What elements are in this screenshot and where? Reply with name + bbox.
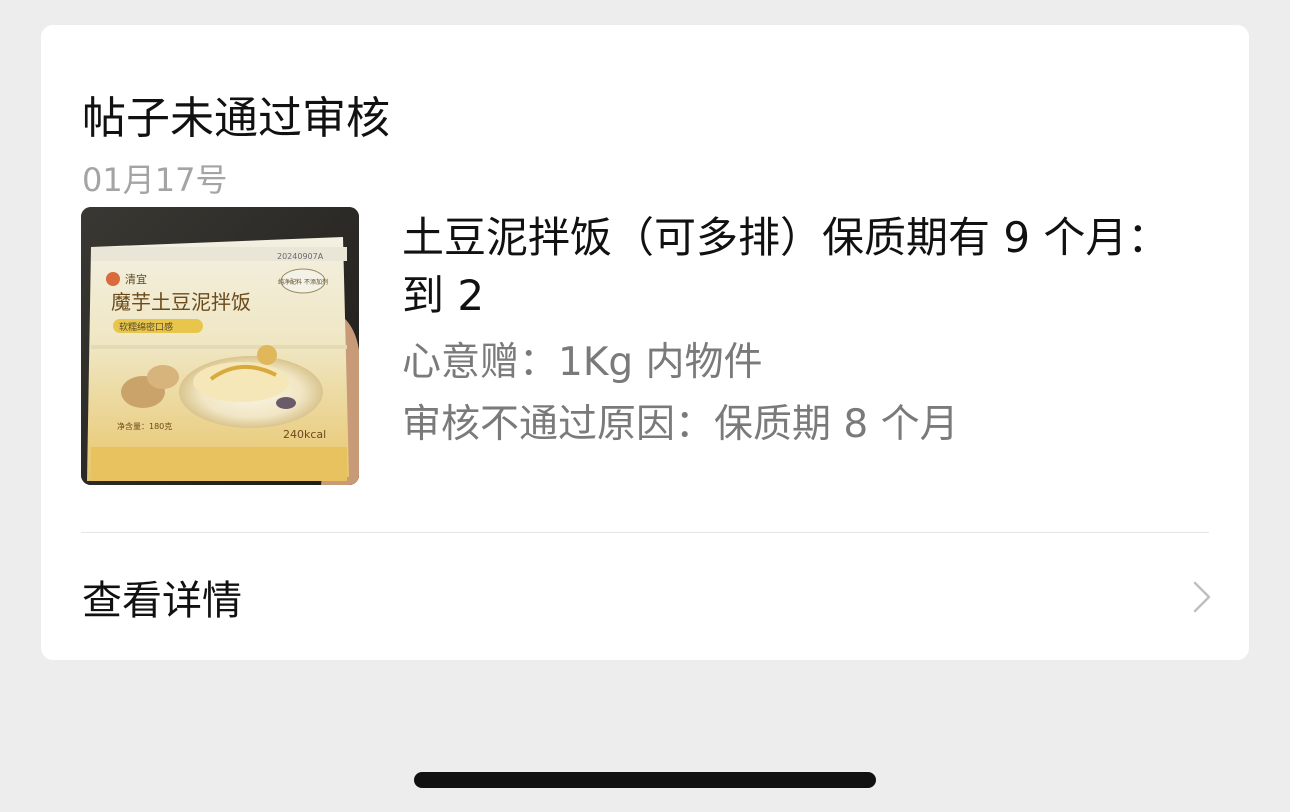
post-gift-info: 心意赠：1Kg 内物件	[402, 340, 763, 385]
brand-logo-icon	[106, 272, 120, 286]
notification-date: 01月17号	[82, 161, 228, 199]
photo-weight-text: 净含量：180克	[117, 421, 172, 431]
photo-badge-text: 纯净配料 不添加剂	[278, 278, 328, 286]
photo-calories-text: 240kcal	[283, 428, 326, 441]
photo-product-name: 魔芋土豆泥拌饭	[111, 290, 251, 314]
photo-brand-text: 清宜	[125, 272, 147, 286]
chevron-right-icon	[1193, 581, 1211, 613]
review-notification-card: 帖子未通过审核 01月17号 清宜 20240907A 纯净配料 不添加剂 魔芋…	[41, 25, 1249, 660]
photo-subtitle: 软糯绵密口感	[119, 321, 173, 333]
photo-code-text: 20240907A	[277, 252, 324, 261]
product-photo: 清宜 20240907A 纯净配料 不添加剂 魔芋土豆泥拌饭 软糯绵密口感 24…	[81, 207, 359, 485]
notification-title: 帖子未通过审核	[82, 93, 390, 144]
home-indicator[interactable]	[414, 772, 876, 788]
rejection-reason: 审核不通过原因：保质期 8 个月	[402, 402, 959, 447]
product-thumbnail[interactable]: 清宜 20240907A 纯净配料 不添加剂 魔芋土豆泥拌饭 软糯绵密口感 24…	[81, 207, 359, 485]
post-title[interactable]: 土豆泥拌饭（可多排）保质期有 9 个月：到 2	[402, 209, 1192, 325]
view-details-label: 查看详情	[82, 578, 242, 624]
view-details-button[interactable]: 查看详情	[41, 533, 1249, 660]
